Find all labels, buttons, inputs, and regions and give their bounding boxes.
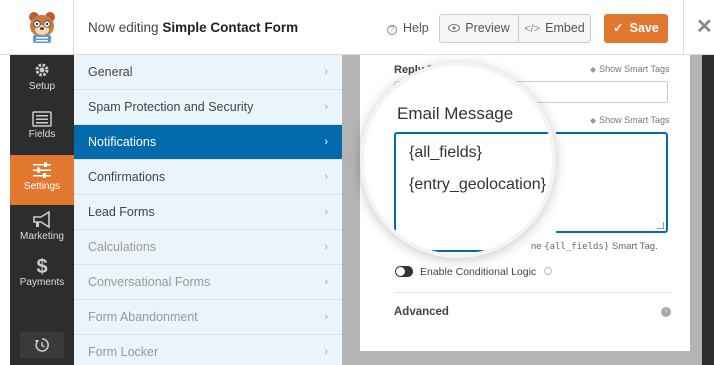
history-icon: [35, 338, 49, 352]
right-edge-strip: [702, 55, 714, 365]
logo: [10, 0, 74, 55]
settings-nav-form-abandonment[interactable]: Form Abandonment ›: [74, 300, 342, 335]
save-label: Save: [629, 21, 659, 35]
tag-icon: ◆: [590, 116, 597, 125]
megaphone-icon: [33, 211, 50, 229]
nav-label: Form Locker: [88, 345, 159, 359]
sliders-icon: [33, 162, 51, 178]
nav-label: Form Abandonment: [88, 310, 198, 324]
sidebar-label-payments: Payments: [19, 277, 65, 288]
nav-label: Notifications: [88, 135, 157, 149]
email-message-textarea-zoomed[interactable]: {all_fields} {entry_geolocation}: [394, 132, 552, 252]
settings-nav-conversational-forms[interactable]: Conversational Forms ›: [74, 265, 342, 300]
help-icon: ?: [387, 25, 397, 35]
conditional-logic-toggle[interactable]: [395, 266, 413, 277]
nav-label: Lead Forms: [88, 205, 155, 219]
help-link[interactable]: ? Help: [387, 21, 429, 35]
sidebar-item-marketing[interactable]: Marketing: [10, 205, 74, 255]
chevron-right-circle-icon[interactable]: ›: [661, 307, 671, 317]
nav-label: General: [88, 65, 133, 79]
chevron-right-icon: ›: [324, 241, 328, 253]
settings-nav-calculations[interactable]: Calculations ›: [74, 230, 342, 265]
smart-tags-label: Show Smart Tags: [599, 64, 670, 74]
dollar-icon: $: [36, 256, 48, 278]
sidebar-item-settings[interactable]: Settings: [10, 155, 74, 205]
conditional-logic-text: Enable Conditional Logic: [420, 266, 537, 278]
help-icon: [544, 267, 553, 275]
chevron-right-icon: ›: [324, 206, 328, 218]
chevron-right-icon: ›: [324, 276, 328, 288]
message-line-all-fields: {all_fields}: [409, 144, 482, 161]
sidebar-label-setup: Setup: [28, 81, 56, 92]
preview-button[interactable]: Preview: [440, 15, 518, 42]
save-button[interactable]: ✓ Save: [604, 14, 668, 43]
embed-label: Embed: [545, 21, 585, 35]
settings-nav-notifications[interactable]: Notifications ›: [74, 125, 342, 160]
nav-label: Conversational Forms: [88, 275, 211, 289]
preview-embed-group: Preview </> Embed: [439, 14, 591, 43]
chevron-right-icon: ›: [324, 66, 328, 78]
close-icon: ✕: [696, 16, 713, 38]
help-label: Help: [403, 21, 429, 35]
sidebar-item-fields[interactable]: Fields: [10, 105, 74, 155]
show-smart-tags-link[interactable]: ◆ Show Smart Tags: [590, 64, 670, 74]
magnifier-zoom: Email Message {all_fields} {entry_geoloc…: [360, 62, 556, 258]
advanced-section-toggle[interactable]: Advanced: [394, 306, 449, 318]
fields-list-icon: [32, 111, 52, 127]
revisions-button[interactable]: [20, 332, 64, 358]
close-button[interactable]: ✕: [683, 0, 714, 55]
editing-prefix: Now editing: [88, 20, 159, 35]
settings-nav-lead-forms[interactable]: Lead Forms ›: [74, 195, 342, 230]
hint-code: {all_fields}: [544, 242, 610, 252]
nav-label: Spam Protection and Security: [88, 100, 254, 114]
settings-nav-general[interactable]: General ›: [74, 55, 342, 90]
hint-suffix: Smart Tag.: [611, 241, 658, 252]
chevron-right-icon: ›: [324, 171, 328, 183]
chevron-right-icon: ›: [324, 311, 328, 323]
smart-tags-label: Show Smart Tags: [599, 115, 670, 125]
settings-nav-spam-protection[interactable]: Spam Protection and Security ›: [74, 90, 342, 125]
sidebar-label-settings: Settings: [23, 181, 61, 192]
builder-sidebar: Setup Fields Settings Marketing $ Paymen…: [10, 55, 74, 365]
email-message-label: Email Message: [397, 104, 514, 123]
top-bar: Now editing Simple Contact Form ? Help Pr…: [0, 0, 714, 55]
conditional-logic-label: Enable Conditional Logic: [420, 266, 553, 278]
sidebar-item-setup[interactable]: Setup: [10, 55, 74, 105]
settings-nav-form-locker[interactable]: Form Locker ›: [74, 335, 342, 365]
tag-icon: ◆: [590, 65, 597, 74]
preview-label: Preview: [465, 21, 510, 35]
settings-nav-confirmations[interactable]: Confirmations ›: [74, 160, 342, 195]
chevron-right-icon: ›: [324, 136, 328, 148]
sidebar-item-payments[interactable]: $ Payments: [10, 255, 74, 305]
sidebar-label-fields: Fields: [28, 129, 56, 140]
show-smart-tags-link-message[interactable]: ◆ Show Smart Tags: [590, 115, 670, 125]
email-message-textarea[interactable]: [556, 132, 668, 233]
divider: [394, 292, 672, 293]
chevron-right-icon: ›: [324, 346, 328, 358]
code-icon: </>: [524, 23, 541, 35]
sidebar-label-marketing: Marketing: [20, 231, 64, 242]
embed-button[interactable]: </> Embed: [518, 15, 590, 42]
settings-nav: General › Spam Protection and Security › N…: [74, 55, 342, 365]
wpforms-bear-logo-icon: [29, 12, 55, 43]
editing-title: Now editing Simple Contact Form: [88, 20, 298, 35]
chevron-right-icon: ›: [324, 101, 328, 113]
eye-icon: [448, 24, 461, 32]
message-line-entry-geolocation: {entry_geolocation}: [409, 176, 546, 193]
checkmark-icon: ✓: [613, 21, 624, 35]
form-name: Simple Contact Form: [162, 20, 299, 35]
nav-label: Confirmations: [88, 170, 166, 184]
nav-label: Calculations: [88, 240, 157, 254]
gear-icon: [35, 63, 49, 77]
